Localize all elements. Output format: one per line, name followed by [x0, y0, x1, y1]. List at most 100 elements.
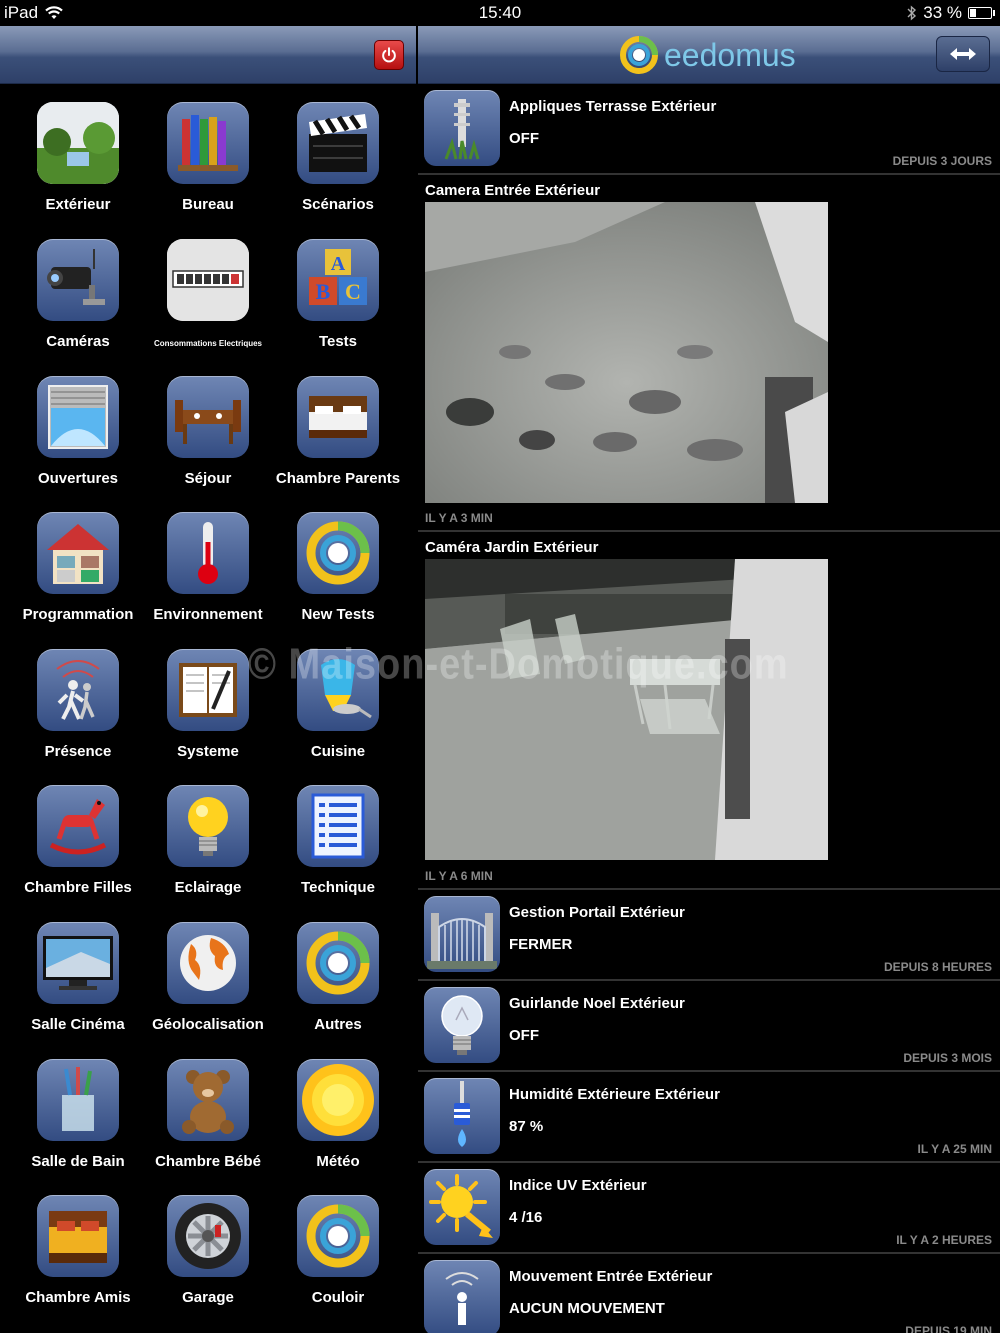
- device-state: FERMER: [509, 936, 573, 953]
- garden-icon: [37, 102, 119, 184]
- room-tile[interactable]: Technique: [273, 785, 403, 896]
- room-tile[interactable]: Géolocalisation: [143, 922, 273, 1033]
- eedomus-logo-icon: [620, 36, 658, 74]
- room-tile[interactable]: Séjour: [143, 376, 273, 487]
- room-label: Météo: [316, 1153, 360, 1170]
- device-row[interactable]: Guirlande Noel Extérieur OFF DEPUIS 3 MO…: [418, 981, 1000, 1072]
- room-tile[interactable]: Ouvertures: [13, 376, 143, 487]
- device-time: DEPUIS 3 JOURS: [892, 154, 992, 168]
- room-label: Tests: [318, 333, 358, 350]
- room-tile[interactable]: Consommations Electriques: [143, 239, 273, 348]
- room-label: Séjour: [184, 470, 232, 487]
- logo-text: eedomus: [664, 36, 796, 73]
- device-time: DEPUIS 3 MOIS: [903, 1051, 992, 1065]
- rocking-horse-icon: [37, 785, 119, 867]
- eedomus-ring-icon: [297, 1195, 379, 1277]
- clock: 15:40: [478, 3, 522, 22]
- meter-icon: [167, 239, 249, 321]
- room-tile[interactable]: Extérieur: [13, 102, 143, 213]
- lightbulb-icon: [424, 987, 500, 1063]
- room-label: Technique: [301, 879, 375, 896]
- camera-image[interactable]: [425, 559, 828, 860]
- room-label: Salle Cinéma: [31, 1016, 125, 1033]
- room-label: Cuisine: [310, 743, 366, 760]
- device-time: IL Y A 2 HEURES: [896, 1233, 992, 1247]
- device-name: Gestion Portail Extérieur: [509, 904, 685, 921]
- camera-feed[interactable]: Camera Entrée Extérieur IL Y A 3 MIN: [418, 175, 1000, 532]
- eedomus-logo: eedomus: [618, 34, 796, 76]
- room-tile[interactable]: Caméras: [13, 239, 143, 350]
- thermometer-icon: [167, 512, 249, 594]
- device-list: Appliques Terrasse Extérieur OFF DEPUIS …: [418, 84, 1000, 1333]
- room-label: Autres: [314, 1016, 362, 1033]
- room-label: Garage: [182, 1289, 234, 1306]
- window-shutter-icon: [37, 376, 119, 458]
- room-tile[interactable]: Présence: [13, 649, 143, 760]
- room-label: Environnement: [153, 606, 263, 623]
- camera-time: IL Y A 3 MIN: [425, 511, 493, 525]
- motion-icon: [424, 1260, 500, 1333]
- room-tile[interactable]: Programmation: [13, 512, 143, 623]
- room-tile[interactable]: New Tests: [273, 512, 403, 623]
- room-tile[interactable]: A B C Tests: [273, 239, 403, 350]
- room-tile[interactable]: Scénarios: [273, 102, 403, 213]
- left-toolbar: [0, 26, 416, 84]
- room-label: Programmation: [22, 606, 134, 623]
- watermark-text: © Maison-et-Domotique.com: [248, 640, 789, 690]
- room-tile[interactable]: Environnement: [143, 512, 273, 623]
- room-label: Systeme: [177, 743, 239, 760]
- room-tile[interactable]: Autres: [273, 922, 403, 1033]
- device-name: Appliques Terrasse Extérieur: [509, 98, 717, 115]
- power-button[interactable]: [374, 40, 404, 70]
- status-bar: iPad 15:40 33 %: [0, 0, 1000, 26]
- device-row[interactable]: Humidité Extérieure Extérieur 87 % IL Y …: [418, 1072, 1000, 1163]
- garden-light-icon: [424, 90, 500, 166]
- presence-icon: [37, 649, 119, 731]
- swap-button[interactable]: [936, 36, 990, 72]
- books-icon: [167, 102, 249, 184]
- camera-image[interactable]: [425, 202, 828, 503]
- room-label: Scénarios: [302, 196, 374, 213]
- room-tile[interactable]: Salle de Bain: [13, 1059, 143, 1170]
- abc-blocks-icon: ABC: [297, 239, 379, 321]
- room-tile[interactable]: Bureau: [143, 102, 273, 213]
- device-row[interactable]: Gestion Portail Extérieur FERMER DEPUIS …: [418, 890, 1000, 981]
- device-state: 4 /16: [509, 1209, 543, 1226]
- uv-sun-icon: [424, 1169, 500, 1245]
- device-name: Humidité Extérieure Extérieur: [509, 1086, 720, 1103]
- room-tile[interactable]: Chambre Amis: [13, 1195, 143, 1306]
- room-label: Couloir: [311, 1289, 365, 1306]
- gate-icon: [424, 896, 500, 972]
- room-tile[interactable]: Couloir: [273, 1195, 403, 1306]
- device-row[interactable]: Indice UV Extérieur 4 /16 IL Y A 2 HEURE…: [418, 1163, 1000, 1254]
- room-label: Présence: [44, 743, 112, 760]
- room-tile[interactable]: Eclairage: [143, 785, 273, 896]
- device-row[interactable]: Appliques Terrasse Extérieur OFF DEPUIS …: [418, 84, 1000, 175]
- room-label: Géolocalisation: [152, 1016, 264, 1033]
- room-tile[interactable]: Chambre Bébé: [143, 1059, 273, 1170]
- room-tile[interactable]: Météo: [273, 1059, 403, 1170]
- battery-text: 33 %: [923, 3, 962, 22]
- room-tile[interactable]: Garage: [143, 1195, 273, 1306]
- globe-icon: [167, 922, 249, 1004]
- room-tile[interactable]: Salle Cinéma: [13, 922, 143, 1033]
- device-row[interactable]: Mouvement Entrée Extérieur AUCUN MOUVEME…: [418, 1254, 1000, 1333]
- toothbrush-icon: [37, 1059, 119, 1141]
- room-tile[interactable]: Chambre Filles: [13, 785, 143, 896]
- room-label: Chambre Filles: [24, 879, 132, 896]
- device-state: OFF: [509, 130, 539, 147]
- room-label: Ouvertures: [37, 470, 119, 487]
- tv-icon: [37, 922, 119, 1004]
- room-tile[interactable]: Chambre Parents: [273, 376, 403, 487]
- lightbulb-icon: [167, 785, 249, 867]
- camera-feed[interactable]: Caméra Jardin Extérieur IL Y A 6 MIN: [418, 532, 1000, 890]
- room-label: Caméras: [46, 333, 110, 350]
- room-label: Consommations Electriques: [153, 339, 263, 348]
- device-state: AUCUN MOUVEMENT: [509, 1300, 665, 1317]
- sun-icon: [297, 1059, 379, 1141]
- device-state: 87 %: [509, 1118, 544, 1135]
- room-label: Chambre Parents: [275, 470, 401, 487]
- eedomus-ring-icon: [297, 922, 379, 1004]
- room-label: Bureau: [182, 196, 234, 213]
- wheel-icon: [167, 1195, 249, 1277]
